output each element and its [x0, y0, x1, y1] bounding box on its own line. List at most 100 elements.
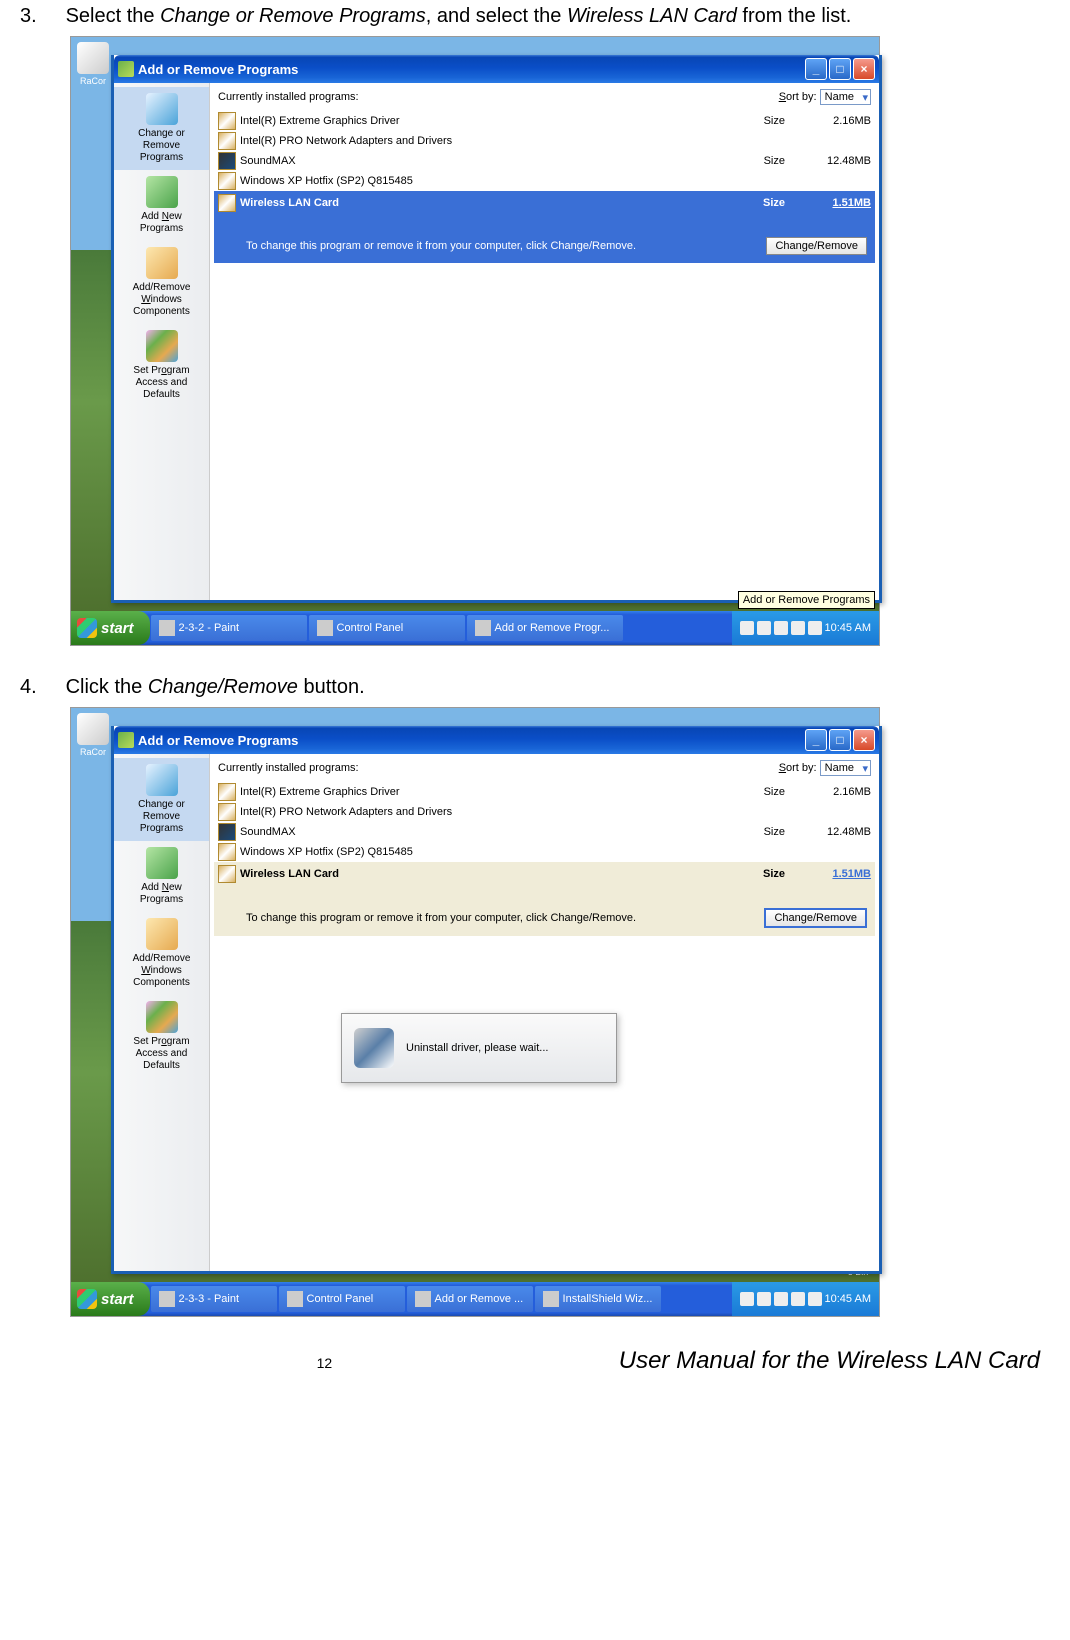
program-icon [218, 865, 236, 883]
tray-icon[interactable] [740, 621, 754, 635]
sidebar-item-set-defaults[interactable]: Set ProgramAccess andDefaults [114, 995, 209, 1078]
step-4-text: 4. Click the Change/Remove button. [20, 676, 1050, 699]
program-row[interactable]: SoundMAX Size 12.48MB [214, 822, 875, 842]
installshield-icon [354, 1028, 394, 1068]
set-defaults-icon [146, 330, 178, 362]
tray-icon[interactable] [791, 621, 805, 635]
start-button[interactable]: start [71, 611, 150, 645]
sortby-dropdown[interactable]: Name [820, 760, 871, 776]
sidebar-item-add-new[interactable]: Add NewPrograms [114, 841, 209, 912]
uninstall-dialog: Uninstall driver, please wait... [341, 1013, 617, 1083]
program-row[interactable]: SoundMAX Size 12.48MB [214, 151, 875, 171]
step-3-text: 3. Select the Change or Remove Programs,… [20, 5, 1050, 28]
installed-label: Currently installed programs: [218, 91, 359, 103]
program-row[interactable]: Intel(R) PRO Network Adapters and Driver… [214, 802, 875, 822]
clock: 10:45 AM [825, 1293, 871, 1305]
titlebar[interactable]: Add or Remove Programs _ □ × [114, 726, 879, 754]
screenshot-step-3: RaCor e Bin Add or Remove Programs _ □ × [70, 36, 880, 646]
add-new-icon [146, 847, 178, 879]
change-remove-button[interactable]: Change/Remove [766, 237, 867, 255]
tray-icon[interactable] [791, 1292, 805, 1306]
add-new-icon [146, 176, 178, 208]
app-icon [118, 61, 134, 77]
add-remove-programs-window: Add or Remove Programs _ □ × Change orRe… [111, 726, 882, 1274]
program-row[interactable]: Windows XP Hotfix (SP2) Q815485 [214, 842, 875, 862]
tray-icon[interactable] [740, 1292, 754, 1306]
sidebar-item-windows-components[interactable]: Add/RemoveWindowsComponents [114, 912, 209, 995]
taskbar-item-control-panel[interactable]: Control Panel [279, 1286, 405, 1312]
windows-components-icon [146, 247, 178, 279]
taskbar-item-add-remove[interactable]: Add or Remove Progr... [467, 615, 623, 641]
program-row[interactable]: Windows XP Hotfix (SP2) Q815485 [214, 171, 875, 191]
desktop-icon-raconfig[interactable]: RaCor [74, 42, 112, 86]
program-list: Intel(R) Extreme Graphics Driver Size 2.… [214, 111, 875, 263]
program-icon [218, 112, 236, 130]
start-button[interactable]: start [71, 1282, 150, 1316]
system-tray[interactable]: 10:45 AM [732, 1282, 879, 1316]
tray-icon[interactable] [757, 621, 771, 635]
minimize-button[interactable]: _ [805, 58, 827, 80]
screenshot-step-4: RaCor e Bin Add or Remove Programs _ □ × [70, 707, 880, 1317]
program-icon [218, 843, 236, 861]
tray-icon[interactable] [808, 1292, 822, 1306]
program-row[interactable]: Intel(R) PRO Network Adapters and Driver… [214, 131, 875, 151]
sortby-label: Sort by: [779, 91, 820, 103]
program-icon [218, 823, 236, 841]
window-title: Add or Remove Programs [138, 733, 298, 748]
windows-flag-icon [77, 618, 97, 638]
program-details: To change this program or remove it from… [214, 886, 875, 936]
program-icon [218, 783, 236, 801]
taskbar-tooltip: Add or Remove Programs [738, 591, 875, 609]
tray-icon[interactable] [757, 1292, 771, 1306]
change-remove-icon [146, 764, 178, 796]
titlebar[interactable]: Add or Remove Programs _ □ × [114, 55, 879, 83]
clock: 10:45 AM [825, 622, 871, 634]
sortby-dropdown[interactable]: Name [820, 89, 871, 105]
sortby-label: Sort by: [779, 762, 820, 774]
sidebar-item-change-remove[interactable]: Change orRemovePrograms [114, 87, 209, 170]
system-tray[interactable]: 10:45 AM [732, 611, 879, 645]
taskbar: start 2-3-2 - Paint Control Panel Add or… [71, 611, 879, 645]
tray-icon[interactable] [774, 621, 788, 635]
maximize-button[interactable]: □ [829, 58, 851, 80]
close-button[interactable]: × [853, 58, 875, 80]
program-row[interactable]: Intel(R) Extreme Graphics Driver Size 2.… [214, 111, 875, 131]
close-button[interactable]: × [853, 729, 875, 751]
minimize-button[interactable]: _ [805, 729, 827, 751]
program-row[interactable]: Intel(R) Extreme Graphics Driver Size 2.… [214, 782, 875, 802]
manual-title: User Manual for the Wireless LAN Card [619, 1347, 1040, 1375]
taskbar-item-paint[interactable]: 2-3-2 - Paint [151, 615, 307, 641]
taskbar-item-control-panel[interactable]: Control Panel [309, 615, 465, 641]
installed-label: Currently installed programs: [218, 762, 359, 774]
program-icon [218, 194, 236, 212]
sidebar-item-add-new[interactable]: Add NewPrograms [114, 170, 209, 241]
program-details: To change this program or remove it from… [214, 215, 875, 263]
windows-components-icon [146, 918, 178, 950]
set-defaults-icon [146, 1001, 178, 1033]
sidebar-item-set-defaults[interactable]: Set ProgramAccess andDefaults [114, 324, 209, 407]
change-remove-icon [146, 93, 178, 125]
taskbar-item-installshield[interactable]: InstallShield Wiz... [535, 1286, 661, 1312]
program-icon [218, 172, 236, 190]
tray-icon[interactable] [774, 1292, 788, 1306]
change-remove-button[interactable]: Change/Remove [764, 908, 867, 928]
sidebar-item-change-remove[interactable]: Change orRemovePrograms [114, 758, 209, 841]
desktop-icon-raconfig[interactable]: RaCor [74, 713, 112, 757]
content-area: Currently installed programs: Sort by: N… [210, 83, 879, 600]
sidebar: Change orRemovePrograms Add NewPrograms … [114, 83, 210, 600]
taskbar-item-paint[interactable]: 2-3-3 - Paint [151, 1286, 277, 1312]
program-row-selected[interactable]: Wireless LAN Card Size 1.51MB [214, 191, 875, 215]
sidebar: Change orRemovePrograms Add NewPrograms … [114, 754, 210, 1271]
page-number: 12 [317, 1355, 333, 1371]
tray-icon[interactable] [808, 621, 822, 635]
maximize-button[interactable]: □ [829, 729, 851, 751]
program-row-selected[interactable]: Wireless LAN Card Size 1.51MB [214, 862, 875, 886]
add-remove-programs-window: Add or Remove Programs _ □ × Change orRe… [111, 55, 882, 603]
program-list: Intel(R) Extreme Graphics Driver Size 2.… [214, 782, 875, 936]
program-icon [218, 152, 236, 170]
sidebar-item-windows-components[interactable]: Add/RemoveWindowsComponents [114, 241, 209, 324]
app-icon [118, 732, 134, 748]
taskbar-item-add-remove[interactable]: Add or Remove ... [407, 1286, 533, 1312]
program-icon [218, 803, 236, 821]
uninstall-message: Uninstall driver, please wait... [406, 1042, 548, 1054]
